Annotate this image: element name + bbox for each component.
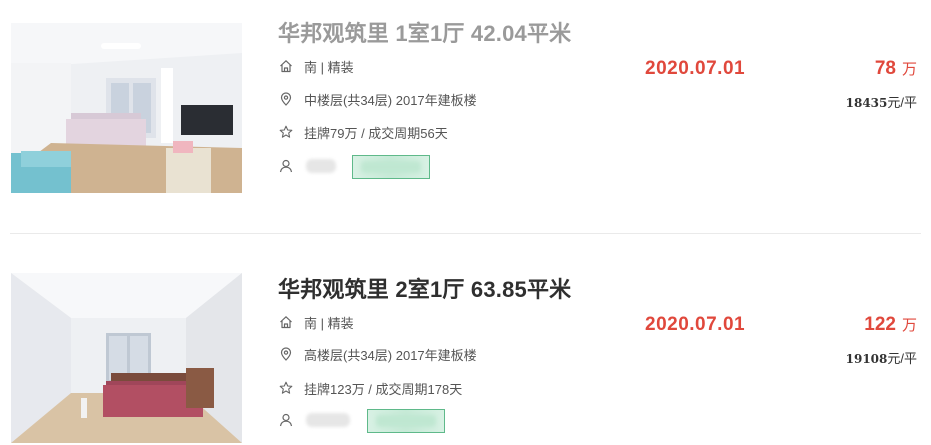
floor-row: 中楼层(共34层) 2017年建板楼 xyxy=(278,89,477,109)
listing-card[interactable]: 华邦观筑里 2室1厅 63.85平米 南 | 精装 高楼层(共34层) 2017… xyxy=(0,236,931,445)
floor-text: 中楼层(共34层) 2017年建板楼 xyxy=(304,92,477,108)
orientation-row: 南 | 精装 xyxy=(278,312,354,332)
unit-price-value: 19108 xyxy=(845,352,888,366)
listing-card[interactable]: 华邦观筑里 1室1厅 42.04平米 南 | 精装 中楼层(共34层) 2017… xyxy=(0,0,931,232)
room-photo-image xyxy=(11,273,242,443)
floor-text: 高楼层(共34层) 2017年建板楼 xyxy=(304,347,477,363)
listing-title[interactable]: 华邦观筑里 2室1厅 63.85平米 xyxy=(278,272,571,304)
room-photo-image xyxy=(11,23,242,193)
total-price-unit: 万 xyxy=(901,317,917,334)
total-price: 78 万 xyxy=(875,58,917,80)
orientation-row: 南 | 精装 xyxy=(278,56,354,76)
agent-name-redacted xyxy=(306,413,350,427)
location-pin-icon xyxy=(278,91,294,107)
agent-contact-badge-redacted[interactable] xyxy=(367,409,445,433)
unit-price: 18435元/平 xyxy=(846,92,917,111)
listing-info-text: 挂牌123万 / 成交周期178天 xyxy=(304,381,463,397)
total-price-value: 78 xyxy=(874,58,896,79)
agent-contact-badge-redacted[interactable] xyxy=(352,155,430,179)
listing-info-row: 挂牌123万 / 成交周期178天 xyxy=(278,378,462,398)
listing-divider xyxy=(10,233,921,234)
total-price-value: 122 xyxy=(864,314,896,335)
unit-price-suffix: 元/平 xyxy=(887,351,917,366)
house-icon xyxy=(278,314,294,330)
agent-row xyxy=(278,410,350,430)
unit-price: 19108元/平 xyxy=(846,348,917,367)
total-price: 122 万 xyxy=(864,314,917,336)
deal-date: 2020.07.01 xyxy=(645,314,746,335)
person-icon xyxy=(278,412,294,428)
total-price-unit: 万 xyxy=(901,61,917,78)
listing-photo[interactable] xyxy=(11,23,242,193)
listing-info-text: 挂牌79万 / 成交周期56天 xyxy=(304,125,448,141)
unit-price-suffix: 元/平 xyxy=(887,95,917,110)
floor-row: 高楼层(共34层) 2017年建板楼 xyxy=(278,344,477,364)
deal-date: 2020.07.01 xyxy=(645,58,746,79)
star-icon xyxy=(278,380,294,396)
location-pin-icon xyxy=(278,346,294,362)
agent-name-redacted xyxy=(306,159,336,173)
unit-price-value: 18435 xyxy=(845,96,888,110)
listing-info-row: 挂牌79万 / 成交周期56天 xyxy=(278,122,448,142)
orientation-text: 南 | 精装 xyxy=(304,315,354,331)
star-icon xyxy=(278,124,294,140)
house-icon xyxy=(278,58,294,74)
person-icon xyxy=(278,158,294,174)
orientation-text: 南 | 精装 xyxy=(304,59,354,75)
listing-title[interactable]: 华邦观筑里 1室1厅 42.04平米 xyxy=(278,16,571,48)
agent-row xyxy=(278,156,336,176)
listing-photo[interactable] xyxy=(11,273,242,443)
